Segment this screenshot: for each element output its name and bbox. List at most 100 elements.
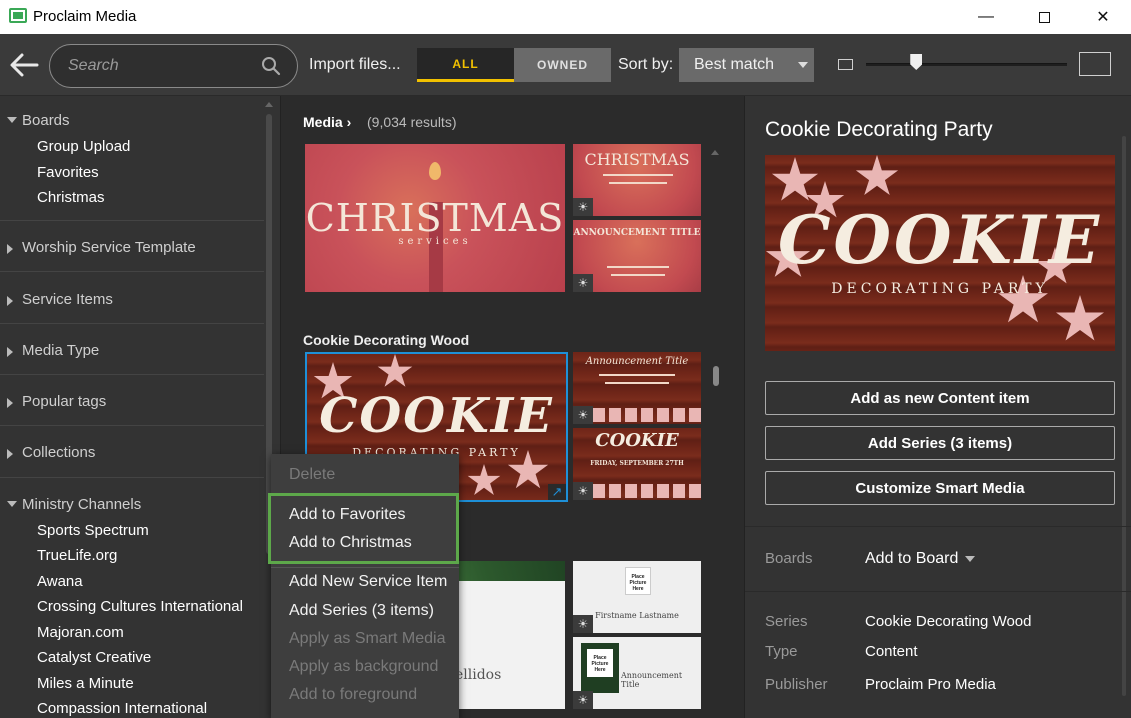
thumb-title: ANNOUNCEMENT TITLE bbox=[573, 228, 701, 238]
thumb-date: FRIDAY, SEPTEMBER 27TH bbox=[590, 460, 684, 467]
text-line bbox=[607, 266, 669, 268]
media-thumbnail[interactable]: CHRISTMAS services bbox=[305, 144, 565, 292]
divider bbox=[0, 220, 264, 221]
highlight-box bbox=[268, 493, 459, 564]
sidebar-item-channel[interactable]: Sports Spectrum bbox=[37, 522, 149, 539]
divider bbox=[0, 323, 264, 324]
text-line bbox=[603, 174, 673, 176]
text-line bbox=[611, 274, 665, 276]
menu-item-add-service-item[interactable]: Add New Service Item bbox=[289, 573, 447, 591]
search-input[interactable] bbox=[68, 55, 258, 77]
sun-icon: ☀ bbox=[573, 274, 593, 292]
close-button[interactable]: ✕ bbox=[1080, 0, 1126, 34]
star-shape bbox=[855, 155, 899, 196]
text-line bbox=[605, 382, 669, 384]
publisher-label: Publisher bbox=[765, 676, 828, 693]
collapsed-triangle-icon bbox=[7, 347, 13, 357]
star-row bbox=[593, 408, 701, 422]
divider bbox=[745, 526, 1131, 527]
media-thumbnail[interactable]: COOKIE FRIDAY, SEPTEMBER 27TH ☀ bbox=[573, 428, 701, 500]
detail-title: Cookie Decorating Party bbox=[765, 118, 993, 141]
breadcrumb[interactable]: Media › bbox=[303, 114, 351, 130]
sidebar-item-christmas[interactable]: Christmas bbox=[37, 189, 105, 206]
star-shape bbox=[467, 464, 501, 495]
customize-smart-media-button[interactable]: Customize Smart Media bbox=[765, 471, 1115, 505]
sun-icon: ☀ bbox=[573, 691, 593, 709]
large-thumbnail-icon[interactable] bbox=[1079, 52, 1111, 76]
sidebar-item-channel[interactable]: Compassion International bbox=[37, 700, 207, 717]
sidebar: Boards Group Upload Favorites Christmas … bbox=[0, 96, 280, 718]
sort-by-label: Sort by: bbox=[618, 56, 674, 73]
media-thumbnail[interactable]: Place Picture Here Firstname Lastname ☀ bbox=[573, 561, 701, 633]
sidebar-item-channel[interactable]: Crossing Cultures International bbox=[37, 598, 243, 615]
filter-owned-tab[interactable]: OWNED bbox=[514, 48, 611, 82]
divider bbox=[0, 271, 264, 272]
collapsed-triangle-icon bbox=[7, 296, 13, 306]
sidebar-item-channel[interactable]: Majoran.com bbox=[37, 624, 124, 641]
filter-all-tab[interactable]: ALL bbox=[417, 48, 514, 82]
section-label: Ministry Channels bbox=[22, 496, 142, 513]
sort-select-value: Best match bbox=[694, 56, 775, 73]
sidebar-item-channel[interactable]: Awana bbox=[37, 573, 83, 590]
menu-item-add-series[interactable]: Add Series (3 items) bbox=[289, 602, 434, 620]
sidebar-item-channel[interactable]: TrueLife.org bbox=[37, 547, 117, 564]
expanded-triangle-icon bbox=[7, 501, 17, 507]
expand-arrow-icon[interactable]: ↗ bbox=[548, 484, 566, 500]
scroll-up-icon[interactable] bbox=[711, 150, 719, 155]
text-line bbox=[609, 182, 667, 184]
place-picture-box: Place Picture Here bbox=[625, 567, 651, 595]
window-title: Proclaim Media bbox=[33, 8, 137, 25]
search-icon[interactable] bbox=[261, 56, 281, 76]
flame-shape bbox=[429, 162, 441, 180]
menu-item-apply-background: Apply as background bbox=[289, 658, 439, 675]
section-label: Service Items bbox=[22, 291, 113, 308]
media-thumbnail[interactable]: Announcement Title ☀ bbox=[573, 352, 701, 424]
gallery-scrollbar[interactable] bbox=[713, 366, 719, 386]
star-row bbox=[593, 484, 701, 498]
sun-icon: ☀ bbox=[573, 406, 593, 424]
thumb-name: ellidos bbox=[455, 667, 502, 683]
sidebar-item-channel[interactable]: Catalyst Creative bbox=[37, 649, 151, 666]
small-thumbnail-icon[interactable] bbox=[838, 59, 853, 70]
thumb-title: Announcement Title bbox=[585, 356, 689, 367]
sidebar-item-group-upload[interactable]: Group Upload bbox=[37, 138, 130, 155]
divider bbox=[0, 374, 264, 375]
divider bbox=[0, 477, 264, 478]
menu-item-apply-smart-media: Apply as Smart Media bbox=[289, 630, 446, 647]
scroll-up-icon[interactable] bbox=[265, 102, 273, 107]
publisher-value: Proclaim Pro Media bbox=[865, 676, 996, 693]
sun-icon: ☀ bbox=[573, 198, 593, 216]
section-label: Boards bbox=[22, 112, 70, 129]
minimize-button[interactable]: — bbox=[963, 0, 1009, 34]
menu-item-add-foreground: Add to foreground bbox=[289, 686, 418, 703]
add-content-item-button[interactable]: Add as new Content item bbox=[765, 381, 1115, 415]
media-thumbnail[interactable]: ANNOUNCEMENT TITLE ☀ bbox=[573, 220, 701, 292]
divider bbox=[745, 591, 1131, 592]
collapsed-triangle-icon bbox=[7, 244, 13, 254]
app-icon bbox=[9, 8, 27, 23]
sidebar-item-favorites[interactable]: Favorites bbox=[37, 164, 99, 181]
sidebar-item-channel[interactable]: Miles a Minute bbox=[37, 675, 134, 692]
chevron-down-icon bbox=[965, 556, 975, 562]
search-box bbox=[49, 44, 298, 88]
section-label: Collections bbox=[22, 444, 96, 461]
preview-title: COOKIE bbox=[777, 201, 1103, 279]
thumbnail-size-slider[interactable] bbox=[866, 63, 1067, 66]
expanded-triangle-icon bbox=[7, 117, 17, 123]
add-to-board-dropdown[interactable]: Add to Board bbox=[865, 550, 958, 568]
media-thumbnail[interactable]: CHRISTMAS ☀ bbox=[573, 144, 701, 216]
sun-icon: ☀ bbox=[573, 482, 593, 500]
section-label: Media Type bbox=[22, 342, 100, 359]
sort-select[interactable]: Best match bbox=[679, 48, 814, 82]
maximize-button[interactable] bbox=[1021, 0, 1067, 34]
menu-separator bbox=[271, 567, 459, 568]
detail-scrollbar[interactable] bbox=[1122, 136, 1126, 696]
media-thumbnail[interactable]: Place Picture Here Announcement Title ☀ bbox=[573, 637, 701, 709]
section-label: Worship Service Template bbox=[22, 239, 196, 256]
slider-handle[interactable] bbox=[910, 54, 923, 70]
add-series-button[interactable]: Add Series (3 items) bbox=[765, 426, 1115, 460]
back-arrow-icon[interactable] bbox=[7, 49, 41, 81]
sun-icon: ☀ bbox=[573, 615, 593, 633]
import-files-link[interactable]: Import files... bbox=[309, 56, 401, 74]
thumb-subtitle: services bbox=[398, 236, 472, 247]
